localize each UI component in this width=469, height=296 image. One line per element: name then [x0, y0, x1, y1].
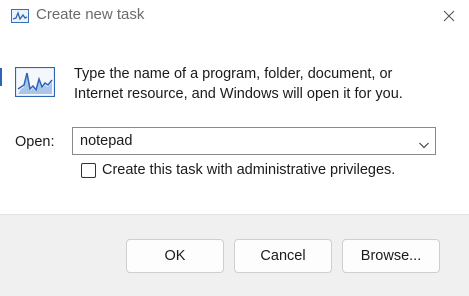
- task-manager-icon: [11, 9, 29, 23]
- ok-button[interactable]: OK: [126, 239, 224, 273]
- admin-privileges-label[interactable]: Create this task with administrative pri…: [102, 162, 395, 178]
- open-combobox[interactable]: notepad: [72, 127, 436, 155]
- close-icon: [443, 10, 455, 22]
- open-label: Open:: [15, 134, 55, 150]
- task-manager-chart-icon: [14, 66, 56, 98]
- dialog-body: [0, 32, 469, 214]
- admin-privileges-checkbox[interactable]: [81, 163, 96, 178]
- instruction-line-1: Type the name of a program, folder, docu…: [74, 66, 393, 82]
- instruction-text: Type the name of a program, folder, docu…: [74, 64, 454, 104]
- chevron-down-icon[interactable]: [418, 137, 430, 149]
- cancel-button[interactable]: Cancel: [234, 239, 332, 273]
- instruction-line-2: Internet resource, and Windows will open…: [74, 86, 403, 102]
- browse-button[interactable]: Browse...: [342, 239, 440, 273]
- close-button[interactable]: [429, 0, 469, 32]
- window-edge-accent: [0, 68, 2, 86]
- title-bar: Create new task: [0, 0, 469, 32]
- window-title: Create new task: [36, 6, 145, 23]
- open-input[interactable]: notepad: [80, 133, 132, 149]
